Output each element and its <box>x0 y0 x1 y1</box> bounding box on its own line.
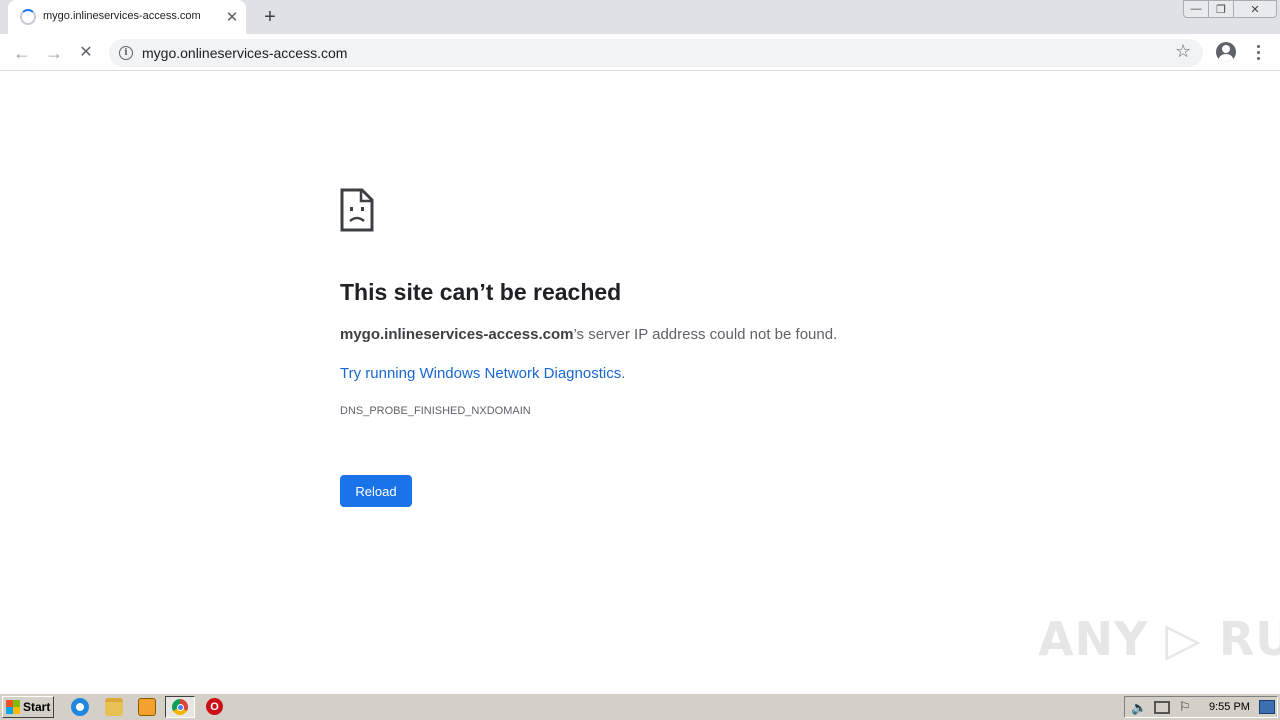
tab-strip: mygo.inlineservices-access.com ✕ + — ❐ ✕ <box>0 0 1280 34</box>
start-button[interactable]: Start <box>2 696 54 718</box>
back-button[interactable]: ← <box>10 41 34 65</box>
window-close-button[interactable]: ✕ <box>1233 0 1277 18</box>
window-minimize-button[interactable]: — <box>1183 0 1209 18</box>
loading-spinner-icon <box>20 9 36 25</box>
windows-logo-icon <box>6 700 20 714</box>
forward-button[interactable]: → <box>42 41 66 65</box>
chrome-taskbar-button[interactable] <box>165 696 195 718</box>
url-text[interactable]: mygo.onlineservices-access.com <box>142 45 347 61</box>
browser-menu-icon[interactable] <box>1250 41 1266 63</box>
sad-page-icon <box>340 188 374 232</box>
opera-icon[interactable]: O <box>206 698 223 715</box>
bookmark-star-icon[interactable]: ☆ <box>1175 42 1191 60</box>
windows-taskbar: Start O 🔈 ⚐ 9:55 PM <box>0 693 1280 720</box>
reload-button[interactable]: Reload <box>340 475 412 507</box>
taskbar-clock[interactable]: 9:55 PM <box>1209 701 1250 713</box>
diagnostics-suffix: . <box>621 365 626 382</box>
error-description: mygo.inlineservices-access.com’s server … <box>340 326 837 343</box>
error-host: mygo.inlineservices-access.com <box>340 326 574 343</box>
internet-explorer-icon[interactable] <box>71 698 89 716</box>
tab-title: mygo.inlineservices-access.com <box>43 10 201 22</box>
browser-toolbar: ← → ✕ i mygo.onlineservices-access.com ☆ <box>0 34 1280 71</box>
error-description-suffix: ’s server IP address could not be found. <box>573 326 838 343</box>
volume-icon[interactable]: 🔈 <box>1131 700 1147 716</box>
network-icon[interactable] <box>1154 701 1170 714</box>
media-player-icon[interactable] <box>138 698 156 716</box>
anyrun-watermark: ANY ▷ RUN <box>1038 612 1280 666</box>
error-title: This site can’t be reached <box>340 279 622 305</box>
network-diagnostics-link[interactable]: Try running Windows Network Diagnostics <box>340 365 621 382</box>
chrome-icon <box>172 699 188 715</box>
action-center-flag-icon[interactable]: ⚐ <box>1179 699 1191 715</box>
tab-close-button[interactable]: ✕ <box>222 7 242 27</box>
error-code: DNS_PROBE_FINISHED_NXDOMAIN <box>340 405 531 417</box>
browser-tab[interactable]: mygo.inlineservices-access.com ✕ <box>8 0 246 34</box>
profile-avatar-icon[interactable] <box>1216 42 1236 62</box>
start-label: Start <box>23 700 51 714</box>
show-desktop-icon[interactable] <box>1259 700 1275 714</box>
file-explorer-icon[interactable] <box>105 698 123 716</box>
window-restore-button[interactable]: ❐ <box>1208 0 1234 18</box>
stop-loading-button[interactable]: ✕ <box>74 41 98 65</box>
system-tray: 🔈 ⚐ 9:55 PM <box>1124 696 1278 718</box>
site-info-icon[interactable]: i <box>119 46 133 60</box>
diagnostics-line: Try running Windows Network Diagnostics. <box>340 365 625 382</box>
new-tab-button[interactable]: + <box>258 5 282 29</box>
address-bar[interactable]: i mygo.onlineservices-access.com ☆ <box>109 39 1203 67</box>
